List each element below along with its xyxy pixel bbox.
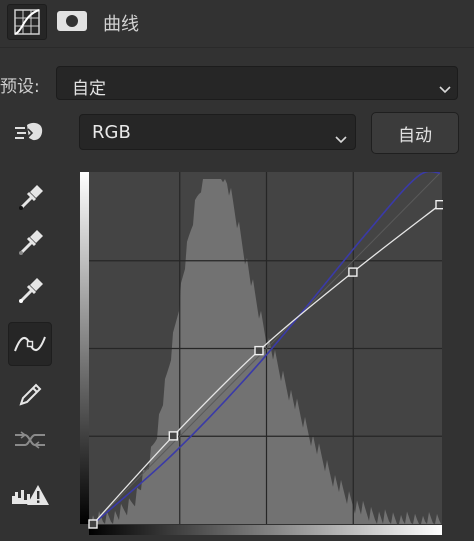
output-gradient-bar (80, 172, 89, 524)
curves-graph[interactable] (80, 170, 445, 537)
curve-control-point[interactable] (168, 431, 179, 441)
gray-point-eyedropper-icon[interactable] (8, 222, 52, 262)
chevron-down-icon (335, 129, 347, 144)
curves-adjustment-icon[interactable] (7, 4, 47, 40)
curve-control-point[interactable] (88, 519, 98, 529)
panel-title: 曲线 (103, 14, 139, 35)
header-divider (0, 47, 474, 48)
curve-point-edit-icon[interactable] (8, 322, 52, 366)
on-image-adjust-icon[interactable] (8, 112, 52, 152)
chevron-down-icon (439, 79, 451, 94)
preset-value: 自定 (72, 79, 106, 99)
channel-value: RGB (92, 122, 131, 143)
input-gradient-bar (89, 525, 442, 535)
curve-control-point[interactable] (435, 200, 445, 210)
channel-dropdown[interactable]: RGB (79, 114, 356, 150)
auto-button[interactable]: 自动 (371, 112, 459, 154)
pencil-draw-icon[interactable] (8, 374, 52, 414)
white-point-eyedropper-icon[interactable] (8, 270, 52, 310)
layer-mask-icon[interactable] (56, 10, 88, 32)
clipping-warning-icon[interactable] (8, 475, 52, 515)
smooth-curve-icon (8, 420, 52, 460)
preset-label: 预设: (0, 77, 40, 97)
curve-control-point[interactable] (254, 345, 264, 356)
curve-control-point[interactable] (348, 267, 358, 277)
preset-dropdown[interactable]: 自定 (56, 66, 458, 100)
black-point-eyedropper-icon[interactable] (8, 177, 52, 217)
